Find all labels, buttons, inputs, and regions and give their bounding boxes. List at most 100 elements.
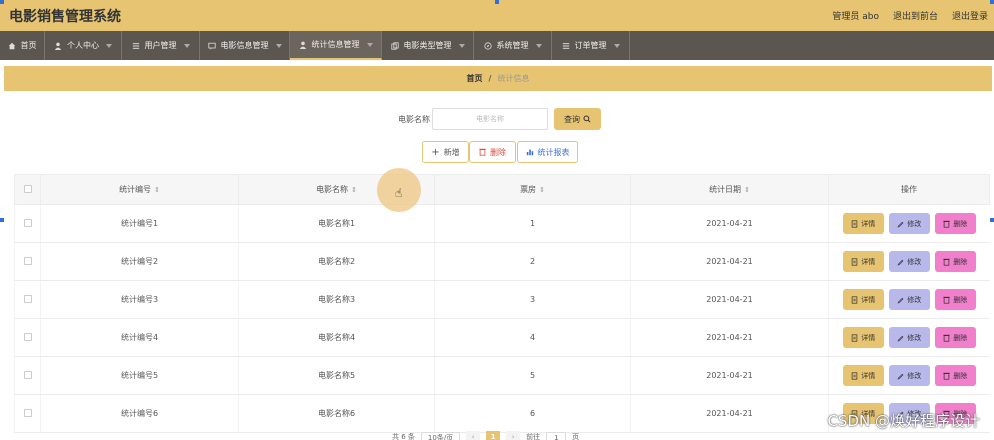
user-icon <box>54 42 62 50</box>
cell-movie: 电影名称2 <box>238 242 435 281</box>
page-suffix: 页 <box>572 433 580 440</box>
search-button[interactable]: 查询 <box>554 108 601 130</box>
detail-button[interactable]: 详情 <box>842 213 884 234</box>
detail-button-label: 详情 <box>861 219 876 228</box>
add-button[interactable]: + 新增 <box>422 141 469 163</box>
user-icon <box>299 41 306 49</box>
search-label: 电影名称 <box>398 115 430 124</box>
delete-button-label: 删除 <box>953 333 968 342</box>
document-icon <box>851 295 858 304</box>
next-page-button[interactable]: › <box>506 431 521 440</box>
edit-button-label: 修改 <box>907 333 922 342</box>
row-checkbox[interactable] <box>23 370 32 379</box>
table-row[interactable]: 统计编号1 电影名称1 1 2021-04-21 详情 修改 删除 <box>14 204 990 243</box>
row-checkbox[interactable] <box>23 408 32 417</box>
list-icon <box>132 42 139 49</box>
page-number-button[interactable]: 1 <box>486 431 501 440</box>
nav-item-personal-center[interactable]: 个人中心 <box>45 31 122 60</box>
page: 电影销售管理系统 管理员 abo 退出到前台 退出登录 首页 个人中心 用户管理… <box>0 0 994 440</box>
search-input[interactable]: 电影名称 <box>432 108 548 130</box>
cell-date: 2021-04-21 <box>630 204 829 243</box>
row-delete-button[interactable]: 删除 <box>934 289 976 310</box>
chevron-down-icon <box>275 43 282 48</box>
pagination-total: 共 6 条 <box>392 433 415 440</box>
nav-label: 电影类型管理 <box>403 41 452 50</box>
compass-icon <box>483 41 492 50</box>
edit-button-label: 修改 <box>907 257 922 266</box>
edit-button[interactable]: 修改 <box>888 289 930 310</box>
exit-to-frontend-link[interactable]: 退出到前台 <box>893 9 938 22</box>
cell-code: 统计编号4 <box>40 318 239 357</box>
chevron-down-icon <box>458 43 465 48</box>
detail-button[interactable]: 详情 <box>842 365 884 386</box>
row-delete-button[interactable]: 删除 <box>934 251 976 272</box>
table-row[interactable]: 统计编号4 电影名称4 4 2021-04-21 详情 修改 删除 <box>14 318 990 357</box>
nav-item-movie-type[interactable]: 电影类型管理 <box>382 31 474 60</box>
pencil-icon <box>897 259 904 265</box>
row-delete-button[interactable]: 删除 <box>934 327 976 348</box>
statistics-table: 统计编号 ⇕ 电影名称 ⇕ 票房 ⇕ 统计日期 ⇕ 操作 统计编号1 电影名称1 1 2021… <box>14 174 990 433</box>
trash-icon <box>943 296 950 304</box>
delete-button-label: 删除 <box>953 295 968 304</box>
row-select-cell <box>14 280 41 319</box>
row-checkbox[interactable] <box>23 294 32 303</box>
prev-page-button[interactable]: ‹ <box>466 431 481 440</box>
detail-button-label: 详情 <box>861 371 876 380</box>
bar-chart-icon <box>526 149 533 156</box>
column-header-code[interactable]: 统计编号 ⇕ <box>40 174 239 205</box>
detail-button[interactable]: 详情 <box>842 327 884 348</box>
page-size-select[interactable]: 10条/页 <box>420 432 461 440</box>
edit-button[interactable]: 修改 <box>888 251 930 272</box>
cell-box-office: 2 <box>434 242 631 281</box>
cell-date: 2021-04-21 <box>630 394 829 433</box>
detail-button[interactable]: 详情 <box>842 251 884 272</box>
search-icon <box>583 115 591 123</box>
edit-button[interactable]: 修改 <box>888 327 930 348</box>
edit-button[interactable]: 修改 <box>888 365 930 386</box>
goto-page-input[interactable]: 1 <box>546 432 567 440</box>
cell-date: 2021-04-21 <box>630 318 829 357</box>
row-select-cell <box>14 204 41 243</box>
trash-icon <box>943 220 950 228</box>
row-checkbox[interactable] <box>23 332 32 341</box>
detail-button[interactable]: 详情 <box>842 289 884 310</box>
cell-box-office: 1 <box>434 204 631 243</box>
detail-button-label: 详情 <box>861 333 876 342</box>
statistics-report-button[interactable]: 统计报表 <box>517 141 578 163</box>
nav-item-home[interactable]: 首页 <box>0 31 45 60</box>
nav-item-statistics[interactable]: 统计信息管理 <box>290 31 382 60</box>
table-row[interactable]: 统计编号5 电影名称5 5 2021-04-21 详情 修改 删除 <box>14 356 990 395</box>
select-all-checkbox[interactable] <box>23 184 32 193</box>
selection-handle <box>990 0 994 4</box>
hand-cursor-icon: ☝ <box>395 186 403 200</box>
cell-box-office: 5 <box>434 356 631 395</box>
add-button-label: 新增 <box>443 147 460 157</box>
column-header-box-office[interactable]: 票房 ⇕ <box>434 174 631 205</box>
row-delete-button[interactable]: 删除 <box>934 365 976 386</box>
breadcrumb-current: 统计信息 <box>497 74 530 83</box>
row-checkbox[interactable] <box>23 218 32 227</box>
row-delete-button[interactable]: 删除 <box>934 213 976 234</box>
nav-item-movie-info[interactable]: 电影信息管理 <box>200 31 290 60</box>
cell-movie: 电影名称4 <box>238 318 435 357</box>
row-checkbox[interactable] <box>23 256 32 265</box>
logout-link[interactable]: 退出登录 <box>952 9 988 22</box>
chevron-down-icon <box>535 43 542 48</box>
delete-button-label: 删除 <box>490 147 506 157</box>
top-header: 电影销售管理系统 管理员 abo 退出到前台 退出登录 <box>0 0 994 31</box>
watermark: CSDN @焕好程序设计 <box>827 412 980 430</box>
nav-item-user-management[interactable]: 用户管理 <box>122 31 200 60</box>
selection-handle <box>0 218 4 222</box>
nav-item-orders[interactable]: 订单管理 <box>552 31 630 60</box>
chevron-down-icon <box>106 43 112 48</box>
table-row[interactable]: 统计编号3 电影名称3 3 2021-04-21 详情 修改 删除 <box>14 280 990 319</box>
column-header-date[interactable]: 统计日期 ⇕ <box>630 174 829 205</box>
breadcrumb-home[interactable]: 首页 <box>467 73 483 84</box>
table-row[interactable]: 统计编号2 电影名称2 2 2021-04-21 详情 修改 删除 <box>14 242 990 281</box>
nav-item-system[interactable]: 系统管理 <box>474 31 552 60</box>
edit-button[interactable]: 修改 <box>888 213 930 234</box>
cell-code: 统计编号2 <box>40 242 239 281</box>
admin-user-link[interactable]: 管理员 abo <box>832 9 879 22</box>
delete-button[interactable]: 删除 <box>469 141 516 163</box>
list-icon <box>562 42 569 49</box>
